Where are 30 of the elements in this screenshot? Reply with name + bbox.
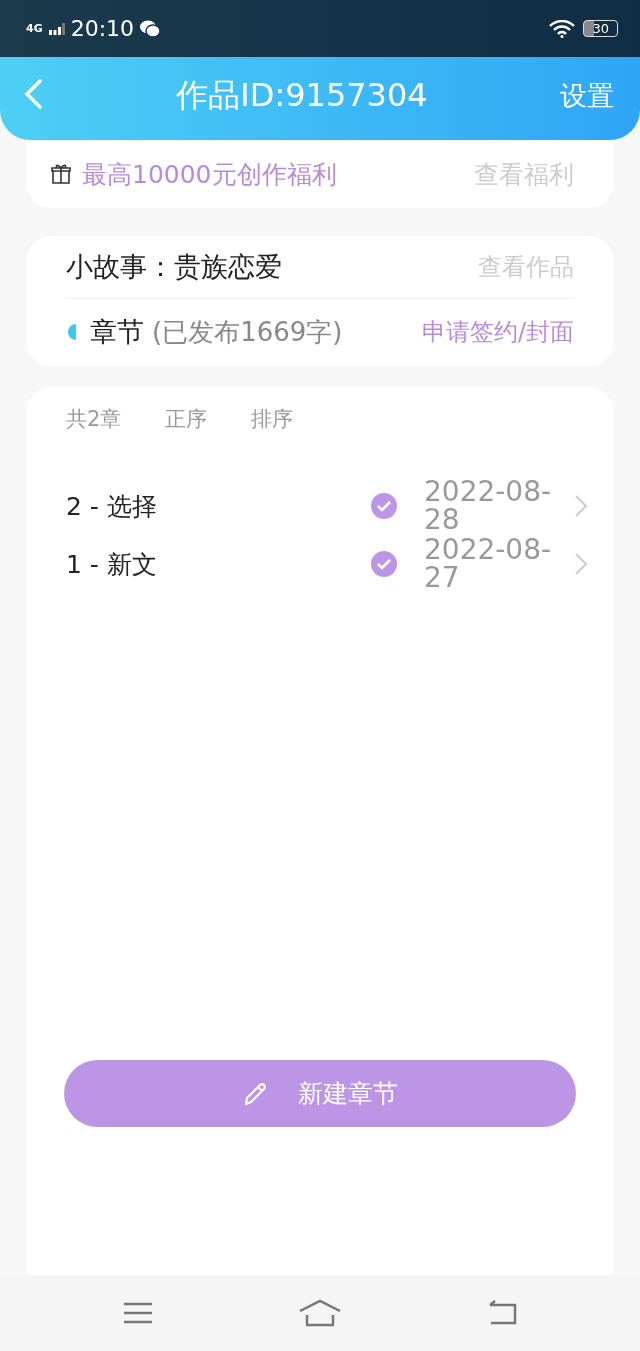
chapter-title: 2 - 选择 <box>66 490 158 523</box>
back-icon <box>22 77 44 110</box>
chapter-row[interactable]: 1 - 新文 2022-08-27 <box>66 535 588 593</box>
chevron-right-icon <box>574 494 588 518</box>
chapter-row[interactable]: 2 - 选择 2022-08-28 <box>66 477 588 535</box>
settings-button[interactable]: 设置 <box>560 77 614 114</box>
gift-icon <box>50 163 72 185</box>
chapter-date: 2022-08-28 <box>424 478 553 534</box>
order-toggle[interactable]: 正序 <box>165 405 208 433</box>
home-icon[interactable] <box>298 1299 342 1327</box>
welfare-text: 最高10000元创作福利 <box>82 158 338 191</box>
chapter-count: 共2章 <box>66 406 122 433</box>
chat-icon <box>140 19 161 38</box>
apply-contract-link[interactable]: 申请签约/封面 <box>421 316 574 348</box>
wifi-icon <box>549 19 576 38</box>
clock-time: 20:10 <box>70 16 135 41</box>
new-chapter-button[interactable]: 新建章节 <box>64 1060 576 1127</box>
network-label: 4G <box>26 23 43 34</box>
chapter-title: 1 - 新文 <box>66 548 158 581</box>
chapter-date: 2022-08-27 <box>424 536 553 592</box>
published-words-note: (已发布1669字) <box>152 315 344 349</box>
sort-toggle[interactable]: 排序 <box>251 405 294 433</box>
menu-icon[interactable] <box>122 1301 154 1325</box>
chevron-right-icon <box>574 552 588 576</box>
page-title: 作品ID:9157304 <box>175 74 429 116</box>
work-title: 小故事：贵族恋爱 <box>66 250 283 284</box>
signal-icon <box>48 22 65 35</box>
section-marker-icon <box>66 324 76 340</box>
battery-indicator: 30 <box>583 20 618 37</box>
section-label: 章节 <box>90 315 144 349</box>
